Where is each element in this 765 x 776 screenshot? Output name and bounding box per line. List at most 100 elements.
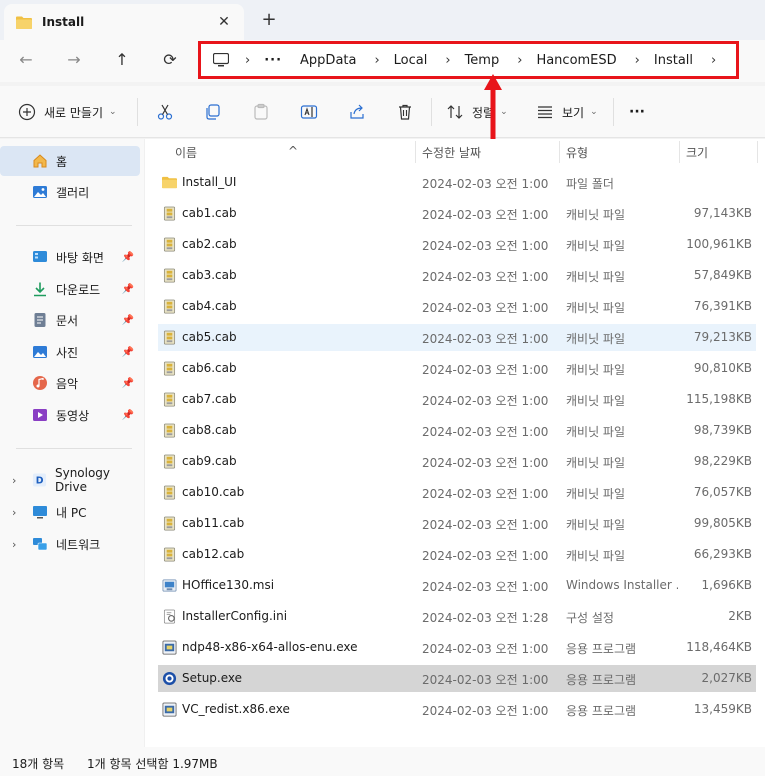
sidebar-item-videos[interactable]: 동영상 📌 — [0, 400, 140, 430]
breadcrumb-item[interactable]: Local — [394, 53, 428, 68]
sidebar-item-gallery[interactable]: 갤러리 — [0, 177, 140, 207]
column-resize-handle[interactable] — [559, 141, 560, 163]
breadcrumb-overflow[interactable]: ··· — [264, 53, 282, 68]
file-date: 2024-02-03 오전 1:00 — [422, 580, 549, 594]
rename-icon — [300, 105, 318, 119]
pin-icon[interactable]: 📌 — [122, 252, 134, 263]
file-type: Windows Installer ... — [566, 578, 678, 592]
sidebar-item-home[interactable]: 홈 — [0, 146, 140, 176]
file-row[interactable]: cab11.cab 2024-02-03 오전 1:00 캐비닛 파일 99,805K… — [158, 510, 756, 537]
sidebar-item-documents[interactable]: 문서 📌 — [0, 305, 140, 335]
file-row[interactable]: cab4.cab 2024-02-03 오전 1:00 캐비닛 파일 76,391KB — [158, 293, 756, 320]
pin-icon[interactable]: 📌 — [122, 284, 134, 295]
new-button[interactable]: 새로 만들기 ⌄ — [18, 100, 117, 124]
file-row[interactable]: cab9.cab 2024-02-03 오전 1:00 캐비닛 파일 98,229KB — [158, 448, 756, 475]
file-size: 1,696KB — [701, 578, 752, 592]
file-type: 응용 프로그램 — [566, 704, 637, 718]
pin-icon[interactable]: 📌 — [122, 410, 134, 421]
sort-icon — [447, 105, 463, 119]
breadcrumb-item[interactable]: AppData — [300, 53, 356, 68]
file-row[interactable]: Install_UI 2024-02-03 오전 1:00 파일 폴더 — [158, 169, 756, 196]
cab-file-icon — [162, 361, 177, 376]
up-icon[interactable]: ↑ — [110, 48, 134, 72]
sidebar-item-downloads[interactable]: 다운로드 📌 — [0, 274, 140, 304]
file-row[interactable]: VC_redist.x86.exe 2024-02-03 오전 1:00 응용 프로… — [158, 696, 756, 723]
command-bar: 새로 만들기 ⌄ 정렬 ⌄ 보기 ⌄ ··· — [0, 86, 765, 138]
file-name: VC_redist.x86.exe — [182, 702, 290, 716]
file-row[interactable]: cab2.cab 2024-02-03 오전 1:00 캐비닛 파일 100,961K… — [158, 231, 756, 258]
breadcrumb-item[interactable]: HancomESD — [536, 53, 616, 68]
refresh-icon[interactable]: ⟳ — [158, 48, 182, 72]
file-row[interactable]: cab1.cab 2024-02-03 오전 1:00 캐비닛 파일 97,143KB — [158, 200, 756, 227]
file-row[interactable]: InstallerConfig.ini 2024-02-03 오전 1:28 구성 … — [158, 603, 756, 630]
title-bar: Install ✕ + — [0, 0, 765, 40]
file-size: 76,057KB — [693, 485, 752, 499]
breadcrumb-item[interactable]: Temp — [465, 53, 500, 68]
column-header-row: ^ 이름 수정한 날짜 유형 크기 — [145, 139, 765, 165]
file-row[interactable]: cab6.cab 2024-02-03 오전 1:00 캐비닛 파일 90,810KB — [158, 355, 756, 382]
expand-chevron-icon[interactable]: › — [12, 506, 16, 519]
column-resize-handle[interactable] — [679, 141, 680, 163]
file-date: 2024-02-03 오전 1:00 — [422, 332, 549, 346]
file-row[interactable]: cab12.cab 2024-02-03 오전 1:00 캐비닛 파일 66,293K… — [158, 541, 756, 568]
sidebar-item-music[interactable]: 음악 📌 — [0, 368, 140, 398]
file-row[interactable]: cab10.cab 2024-02-03 오전 1:00 캐비닛 파일 76,057K… — [158, 479, 756, 506]
address-bar[interactable]: › ··· AppData › Local › Temp › HancomESD… — [198, 41, 739, 79]
sidebar-item-synology-drive[interactable]: › D Synology Drive — [0, 465, 140, 495]
share-icon — [350, 104, 364, 119]
file-date: 2024-02-03 오전 1:00 — [422, 456, 549, 470]
copy-button[interactable] — [204, 100, 222, 124]
column-header-type[interactable]: 유형 — [566, 144, 588, 161]
network-icon — [33, 538, 48, 551]
sidebar-item-pictures[interactable]: 사진 📌 — [0, 337, 140, 367]
file-date: 2024-02-03 오전 1:00 — [422, 208, 549, 222]
file-date: 2024-02-03 오전 1:00 — [422, 549, 549, 563]
share-button[interactable] — [348, 100, 366, 124]
new-tab-button[interactable]: + — [258, 9, 280, 31]
cab-file-icon — [162, 392, 177, 407]
file-row[interactable]: ndp48-x86-x64-allos-enu.exe 2024-02-03 오전… — [158, 634, 756, 661]
forward-icon[interactable]: → — [62, 48, 86, 72]
breadcrumb-separator: › — [711, 52, 717, 68]
file-date: 2024-02-03 오전 1:00 — [422, 487, 549, 501]
pin-icon[interactable]: 📌 — [122, 315, 134, 326]
sidebar-item-label: 음악 — [56, 376, 79, 391]
cab-file-icon — [162, 485, 177, 500]
view-button-label: 보기 — [562, 105, 585, 120]
paste-button[interactable] — [252, 100, 270, 124]
file-row[interactable]: Setup.exe 2024-02-03 오전 1:00 응용 프로그램 2,027K… — [158, 665, 756, 692]
exe-file-icon — [162, 640, 177, 655]
file-row[interactable]: cab8.cab 2024-02-03 오전 1:00 캐비닛 파일 98,739KB — [158, 417, 756, 444]
column-resize-handle[interactable] — [757, 141, 758, 163]
close-tab-icon[interactable]: ✕ — [214, 12, 234, 32]
file-name: cab3.cab — [182, 268, 237, 282]
delete-button[interactable] — [396, 100, 414, 124]
file-row[interactable]: cab5.cab 2024-02-03 오전 1:00 캐비닛 파일 79,213KB — [158, 324, 756, 351]
selection-info: 1개 항목 선택함 1.97MB — [87, 757, 218, 771]
file-type: 캐비닛 파일 — [566, 270, 626, 284]
file-row[interactable]: cab3.cab 2024-02-03 오전 1:00 캐비닛 파일 57,849KB — [158, 262, 756, 289]
back-icon[interactable]: ← — [14, 48, 38, 72]
file-row[interactable]: HOffice130.msi 2024-02-03 오전 1:00 Windows … — [158, 572, 756, 599]
view-button[interactable]: 보기 ⌄ — [536, 100, 598, 124]
pin-icon[interactable]: 📌 — [122, 378, 134, 389]
sidebar-item-desktop[interactable]: 바탕 화면 📌 — [0, 242, 140, 272]
expand-chevron-icon[interactable]: › — [12, 474, 16, 487]
breadcrumb-item[interactable]: Install — [654, 53, 693, 68]
pictures-icon — [33, 346, 47, 358]
column-header-date[interactable]: 수정한 날짜 — [422, 144, 481, 161]
sidebar-item-this-pc[interactable]: › 내 PC — [0, 497, 140, 527]
column-header-name[interactable]: 이름 — [175, 144, 197, 161]
sidebar-item-network[interactable]: › 네트워크 — [0, 529, 140, 559]
column-resize-handle[interactable] — [415, 141, 416, 163]
pin-icon[interactable]: 📌 — [122, 347, 134, 358]
cut-button[interactable] — [156, 100, 174, 124]
tab-install[interactable]: Install ✕ — [4, 4, 244, 40]
cab-file-icon — [162, 237, 177, 252]
expand-chevron-icon[interactable]: › — [12, 538, 16, 551]
column-header-size[interactable]: 크기 — [686, 144, 708, 161]
more-options-button[interactable]: ··· — [629, 100, 645, 124]
home-icon — [33, 154, 47, 168]
file-row[interactable]: cab7.cab 2024-02-03 오전 1:00 캐비닛 파일 115,198K… — [158, 386, 756, 413]
rename-button[interactable] — [300, 100, 318, 124]
